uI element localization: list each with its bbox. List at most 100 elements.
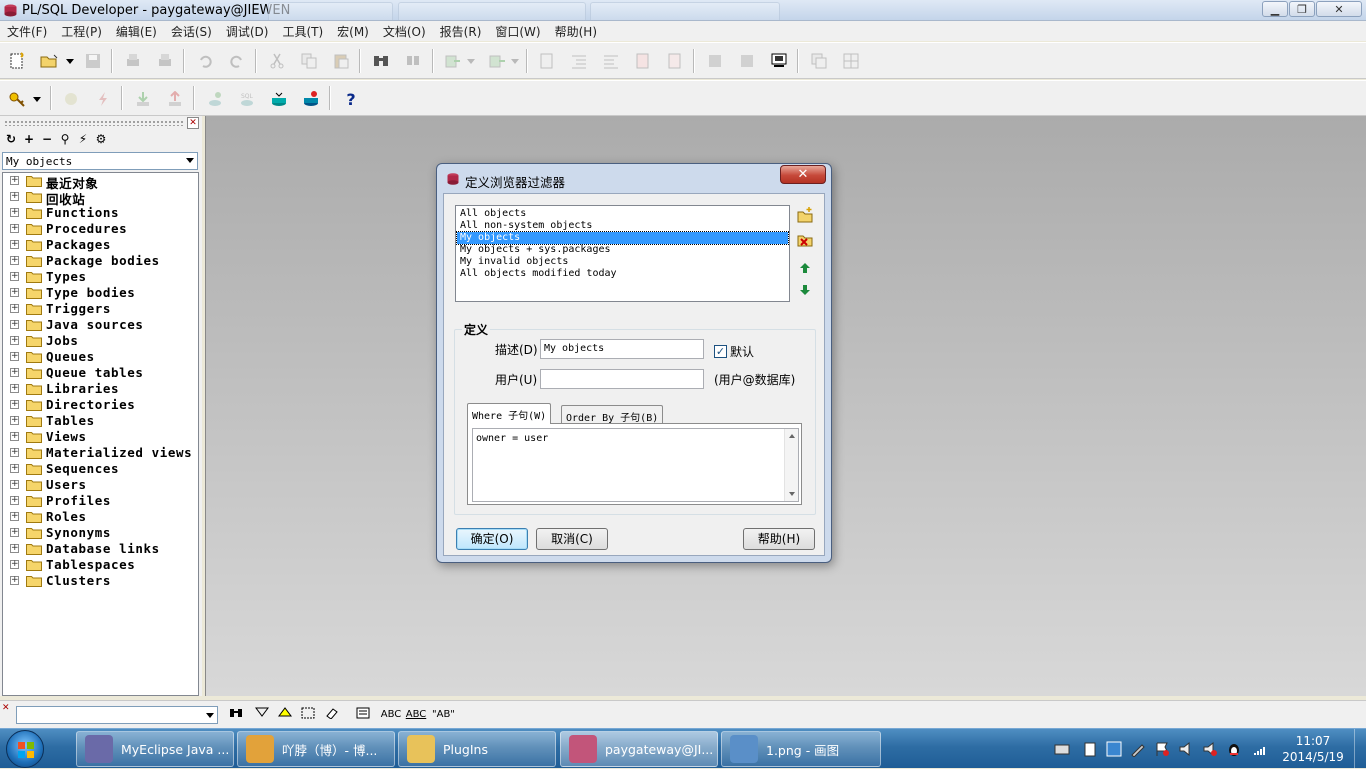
expand-icon[interactable]: + [10,528,19,537]
tree-node[interactable]: + Queue tables [3,365,198,381]
add-icon[interactable]: + [22,132,36,146]
find-previous-icon[interactable] [277,707,293,723]
expand-icon[interactable]: + [10,464,19,473]
expand-icon[interactable]: + [10,192,19,201]
panel-close-icon[interactable]: ✕ [187,117,199,129]
taskbar-task[interactable]: paygateway@JI... [560,731,718,767]
copy-icon[interactable] [298,50,320,72]
tree-node[interactable]: + Users [3,477,198,493]
break-icon[interactable] [736,50,758,72]
expand-icon[interactable]: + [10,224,19,233]
expand-icon[interactable]: + [10,512,19,521]
cancel-button[interactable]: 取消(C) [536,528,608,550]
find-input[interactable] [16,706,218,724]
tree-node[interactable]: + Profiles [3,493,198,509]
expand-icon[interactable]: + [10,432,19,441]
execute-icon[interactable] [704,50,726,72]
expand-icon[interactable]: + [10,560,19,569]
connection-icon[interactable] [768,50,790,72]
tree-node[interactable]: + Libraries [3,381,198,397]
comment-icon[interactable] [632,50,654,72]
filter-list-item[interactable]: My objects + sys.packages [457,244,788,256]
expand-icon[interactable]: + [10,240,19,249]
remove-icon[interactable]: − [40,132,54,146]
menu-reports[interactable]: 报告(R) [433,23,489,40]
taskbar-task[interactable]: MyEclipse Java ... [76,731,234,767]
regex-icon[interactable] [355,707,371,723]
db-teal-icon[interactable] [268,88,290,110]
browser-filter-select[interactable]: My objects [2,152,198,170]
whole-word-icon[interactable]: ABC [405,707,427,723]
tab-orderby-clause[interactable]: Order By 子句(B) [561,405,664,424]
tree-node[interactable]: + Clusters [3,573,198,589]
clock[interactable]: 11:07 2014/5/19 [1280,733,1346,765]
findbar-close-icon[interactable]: ✕ [2,703,12,713]
menu-file[interactable]: 文件(F) [0,23,54,40]
tree-node[interactable]: + Functions [3,205,198,221]
key-logon-icon[interactable] [6,88,28,110]
move-down-button[interactable] [796,281,814,299]
load-icon[interactable] [442,50,464,72]
where-clause-editor[interactable]: owner = user [472,428,799,502]
indent-icon[interactable] [568,50,590,72]
uncomment-icon[interactable] [664,50,686,72]
lightning-icon[interactable] [92,88,114,110]
save-as-icon[interactable] [486,50,508,72]
highlight-icon[interactable] [300,707,316,723]
open-folder-icon[interactable] [38,50,60,72]
mute-icon[interactable] [1202,741,1218,757]
filter-list-item[interactable]: All non-system objects [457,220,788,232]
start-button[interactable] [6,730,44,768]
match-case-icon[interactable]: ABC [380,707,402,723]
tree-node[interactable]: + Roles [3,509,198,525]
find-binoculars-icon[interactable] [228,707,244,723]
dialog-close-button[interactable]: ✕ [780,165,826,184]
tree-node[interactable]: + Views [3,429,198,445]
default-checkbox[interactable]: ✓ [714,345,727,358]
keyboard-icon[interactable] [1054,741,1070,757]
expand-icon[interactable]: + [10,368,19,377]
taskbar-task[interactable]: 1.png - 画图 [721,731,881,767]
taskbar-task[interactable]: 吖脖（博）- 博... [237,731,395,767]
where-scrollbar[interactable] [784,429,798,501]
tree-node[interactable]: + Directories [3,397,198,413]
expand-icon[interactable]: + [10,384,19,393]
tree-node[interactable]: + 最近对象 [3,173,198,191]
help-button[interactable]: 帮助(H) [743,528,815,550]
window-list-icon[interactable] [808,50,830,72]
expand-icon[interactable]: + [10,576,19,585]
tree-node[interactable]: + Database links [3,541,198,557]
menu-window[interactable]: 窗口(W) [488,23,547,40]
new-filter-button[interactable] [796,206,814,224]
expand-icon[interactable]: + [10,336,19,345]
expand-icon[interactable]: + [10,480,19,489]
expand-icon[interactable]: + [10,176,19,185]
menu-project[interactable]: 工程(P) [54,23,109,40]
delete-filter-button[interactable] [796,230,814,248]
dialog-titlebar[interactable]: 定义浏览器过滤器 [437,164,831,192]
tree-node[interactable]: + Tablespaces [3,557,198,573]
db-import-icon[interactable] [204,88,226,110]
filter-edit-icon[interactable]: ⚡ [76,132,90,146]
unindent-icon[interactable] [600,50,622,72]
expand-icon[interactable]: + [10,208,19,217]
undo-icon[interactable] [194,50,216,72]
user-field[interactable] [540,369,704,389]
tree-node[interactable]: + Type bodies [3,285,198,301]
menu-tools[interactable]: 工具(T) [275,23,330,40]
tool-icon[interactable] [1130,741,1146,757]
menu-edit[interactable]: 编辑(E) [109,23,164,40]
compile-icon[interactable] [60,88,82,110]
tree-node[interactable]: + Synonyms [3,525,198,541]
open-dropdown-icon[interactable] [63,50,77,72]
expand-icon[interactable]: + [10,256,19,265]
expand-icon[interactable]: + [10,416,19,425]
speaker-icon[interactable] [1178,741,1194,757]
db-red-icon[interactable] [300,88,322,110]
expand-icon[interactable]: + [10,288,19,297]
import-icon[interactable] [132,88,154,110]
clipboard-icon[interactable] [1082,741,1098,757]
tree-node[interactable]: + Packages [3,237,198,253]
expand-icon[interactable]: + [10,400,19,409]
save-dropdown-icon[interactable] [508,50,522,72]
